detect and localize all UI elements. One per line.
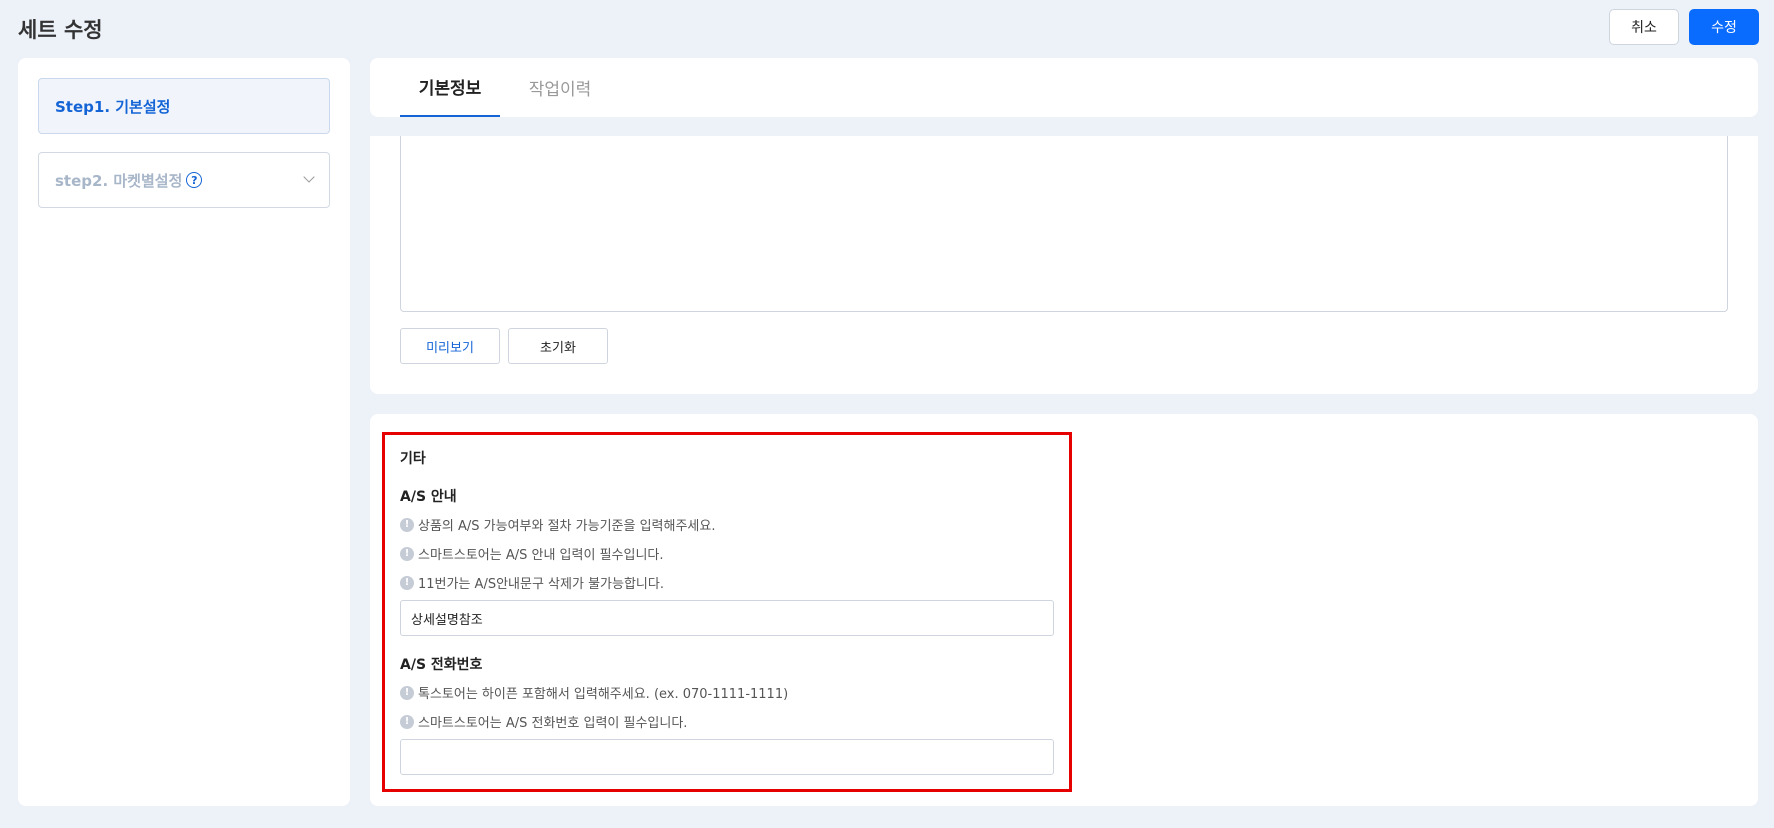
note-text: 11번가는 A/S안내문구 삭제가 불가능합니다. <box>418 577 664 592</box>
as-phone-note: ! 스마트스토어는 A/S 전화번호 입력이 필수입니다. <box>400 712 687 731</box>
as-phone-input[interactable] <box>400 739 1054 775</box>
page-title: 세트 수정 <box>18 18 103 42</box>
info-icon: ! <box>400 517 414 532</box>
step-label: Step1. 기본설정 <box>55 97 171 116</box>
note-text: 스마트스토어는 A/S 전화번호 입력이 필수입니다. <box>418 716 688 731</box>
chevron-down-icon <box>303 171 315 183</box>
step-item-basic[interactable]: Step1. 기본설정 <box>38 78 330 134</box>
tab-work-history[interactable]: 작업이력 <box>520 58 600 117</box>
detail-editor[interactable] <box>400 136 1728 312</box>
preview-button[interactable]: 미리보기 <box>400 328 500 364</box>
question-icon[interactable]: ? <box>186 172 203 188</box>
cancel-button[interactable]: 취소 <box>1609 9 1679 45</box>
info-icon: ! <box>400 546 414 561</box>
tab-bar: 기본정보 작업이력 <box>370 58 1758 117</box>
as-phone-note: ! 톡스토어는 하이픈 포함해서 입력해주세요. (ex. 070-1111-1… <box>400 683 788 702</box>
as-guide-label: A/S 안내 <box>400 489 457 505</box>
note-text: 상품의 A/S 가능여부와 절차 가능기준을 입력해주세요. <box>418 519 716 534</box>
tab-basic-info[interactable]: 기본정보 <box>400 58 500 117</box>
info-icon: ! <box>400 714 414 729</box>
note-text: 톡스토어는 하이픈 포함해서 입력해주세요. (ex. 070-1111-111… <box>418 687 789 702</box>
as-guide-input[interactable] <box>400 600 1054 636</box>
info-icon: ! <box>400 685 414 700</box>
save-button[interactable]: 수정 <box>1689 9 1759 45</box>
as-guide-note: ! 11번가는 A/S안내문구 삭제가 불가능합니다. <box>400 573 664 592</box>
step-sidebar: Step1. 기본설정 step2. 마켓별설정 ? <box>18 58 350 806</box>
misc-section: 기타 A/S 안내 ! 상품의 A/S 가능여부와 절차 가능기준을 입력해주세… <box>370 414 1758 806</box>
as-guide-note: ! 스마트스토어는 A/S 안내 입력이 필수입니다. <box>400 544 664 563</box>
top-actions: 취소 수정 <box>1609 9 1759 45</box>
step-label: step2. 마켓별설정 <box>55 171 183 190</box>
note-text: 스마트스토어는 A/S 안내 입력이 필수입니다. <box>418 548 664 563</box>
as-guide-note: ! 상품의 A/S 가능여부와 절차 가능기준을 입력해주세요. <box>400 515 715 534</box>
section-title: 기타 <box>400 451 426 467</box>
info-icon: ! <box>400 575 414 590</box>
step-item-market[interactable]: step2. 마켓별설정 ? <box>38 152 330 208</box>
editor-section: 미리보기 초기화 <box>370 136 1758 394</box>
reset-button[interactable]: 초기화 <box>508 328 608 364</box>
as-phone-label: A/S 전화번호 <box>400 657 483 673</box>
